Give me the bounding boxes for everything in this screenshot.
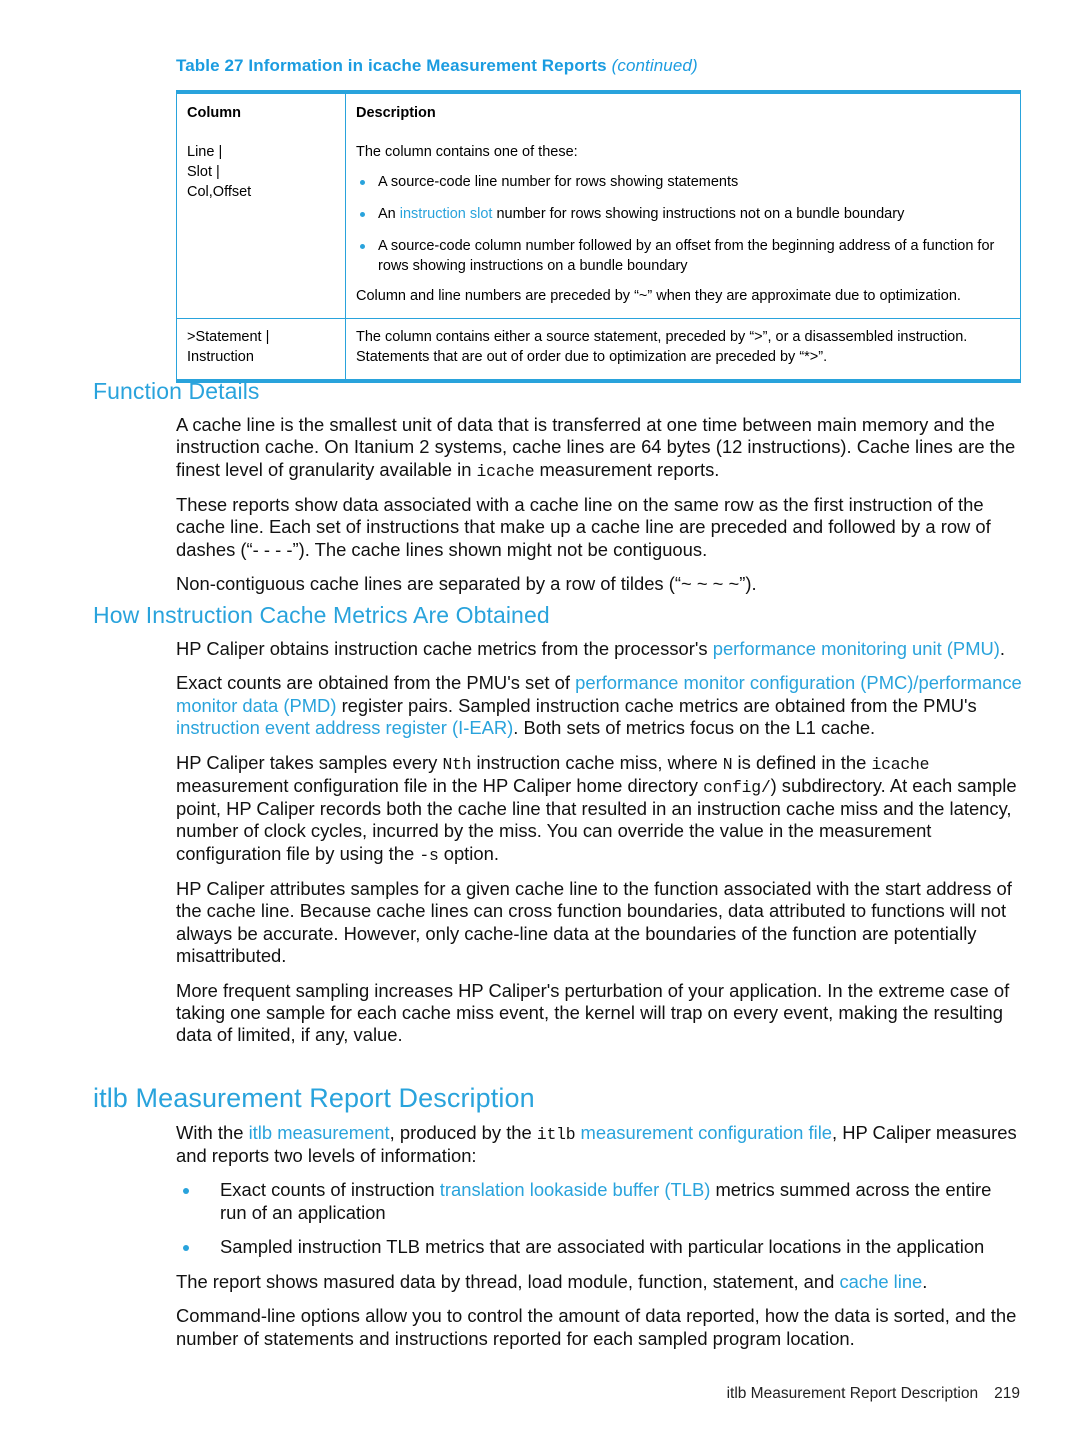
cell-lead-text: The column contains one of these: bbox=[356, 144, 578, 160]
paragraph-pmu: HP Caliper obtains instruction cache met… bbox=[176, 638, 1023, 660]
paragraph-report-shows: The report shows masured data by thread,… bbox=[176, 1271, 1023, 1293]
link-translation-lookaside-buffer[interactable]: translation lookaside buffer (TLB) bbox=[440, 1179, 711, 1200]
paragraph-command-line-options: Command-line options allow you to contro… bbox=[176, 1305, 1017, 1349]
table-cell-description: The column contains one of these: A sour… bbox=[345, 134, 1021, 319]
link-itlb-measurement[interactable]: itlb measurement bbox=[249, 1122, 390, 1143]
heading-itlb-measurement-report-description: itlb Measurement Report Description bbox=[93, 1083, 535, 1113]
table-header-column: Column bbox=[176, 92, 346, 134]
link-performance-monitoring-unit[interactable]: performance monitoring unit (PMU) bbox=[713, 638, 1000, 659]
table-caption-continued: (continued) bbox=[611, 56, 698, 75]
cell-line-2: Slot | bbox=[187, 164, 220, 180]
cell-text-line-2: Statements that are out of order due to … bbox=[356, 349, 828, 365]
code-nth: Nth bbox=[442, 754, 472, 774]
paragraph-non-contiguous: Non-contiguous cache lines are separated… bbox=[176, 573, 757, 595]
code-s-option: -s bbox=[419, 845, 439, 865]
link-measurement-configuration-file[interactable]: measurement configuration file bbox=[575, 1122, 832, 1143]
cell-line-3: Col,Offset bbox=[187, 184, 252, 200]
table-row: Line | Slot | Col,Offset The column cont… bbox=[176, 134, 1021, 319]
cell-bullet-list: A source-code line number for rows showi… bbox=[356, 172, 1010, 276]
paragraph-text: instruction cache miss, where bbox=[471, 751, 723, 773]
code-itlb: itlb bbox=[536, 1125, 576, 1144]
cell-text-line-1: The column contains either a source stat… bbox=[356, 329, 968, 345]
paragraph-reports-show-data: These reports show data associated with … bbox=[176, 493, 991, 560]
table-cell-description: The column contains either a source stat… bbox=[345, 318, 1021, 381]
heading-how-metrics-obtained: How Instruction Cache Metrics Are Obtain… bbox=[93, 602, 550, 628]
cell-tail-text: Column and line numbers are preceded by … bbox=[356, 288, 961, 304]
paragraph-text: HP Caliper takes samples every bbox=[176, 751, 443, 773]
itlb-body: With the itlb measurement, produced by t… bbox=[176, 1122, 1023, 1350]
paragraph-itlb-intro: With the itlb measurement, produced by t… bbox=[176, 1122, 1023, 1167]
how-metrics-body: HP Caliper obtains instruction cache met… bbox=[176, 638, 1023, 1047]
table-header: Column Description bbox=[176, 92, 1021, 134]
paragraph-text: Exact counts are obtained from the PMU's… bbox=[176, 672, 576, 694]
link-instruction-slot[interactable]: instruction slot bbox=[400, 206, 493, 222]
paragraph-text: The report shows masured data by thread,… bbox=[176, 1270, 840, 1292]
footer-page-number: 219 bbox=[994, 1385, 1020, 1402]
list-item-text: Exact counts of instruction bbox=[220, 1179, 440, 1201]
cell-line-2: Instruction bbox=[187, 349, 254, 365]
paragraph-cache-line-definition: A cache line is the smallest unit of dat… bbox=[176, 414, 1023, 482]
icache-measurement-reports-table: Column Description Line | Slot | Col,Off… bbox=[176, 90, 1021, 383]
paragraph-text: HP Caliper obtains instruction cache met… bbox=[176, 638, 713, 659]
table-body: Line | Slot | Col,Offset The column cont… bbox=[176, 134, 1021, 381]
paragraph-text-mid: register pairs. Sampled instruction cach… bbox=[336, 694, 977, 716]
cell-line-1: Line | bbox=[187, 144, 223, 160]
page-footer: itlb Measurement Report Description 219 bbox=[727, 1385, 1020, 1403]
link-instruction-event-address-register[interactable]: instruction event address register (I-EA… bbox=[176, 717, 513, 738]
paragraph-text: With the bbox=[176, 1122, 249, 1143]
function-details-body: A cache line is the smallest unit of dat… bbox=[176, 414, 1023, 596]
code-icache: icache bbox=[476, 461, 535, 481]
table-cell-column-label: Line | Slot | Col,Offset bbox=[176, 134, 346, 319]
list-item: A source-code column number followed by … bbox=[356, 236, 1010, 276]
list-item: Sampled instruction TLB metrics that are… bbox=[176, 1236, 1023, 1258]
document-page: Table 27 Information in icache Measureme… bbox=[0, 0, 1080, 1438]
paragraph-text-tail: . Both sets of metrics focus on the L1 c… bbox=[513, 717, 876, 739]
table-row: >Statement | Instruction The column cont… bbox=[176, 318, 1021, 381]
paragraph-text-tail: measurement reports. bbox=[534, 458, 720, 480]
list-item: An instruction slot number for rows show… bbox=[356, 204, 1010, 224]
paragraph-text: , produced by the bbox=[389, 1122, 537, 1143]
table-cell-column-label: >Statement | Instruction bbox=[176, 318, 346, 381]
footer-title: itlb Measurement Report Description bbox=[726, 1385, 979, 1402]
table-header-row: Column Description bbox=[176, 92, 1021, 134]
code-icache: icache bbox=[871, 754, 930, 774]
itlb-levels-list: Exact counts of instruction translation … bbox=[176, 1179, 1023, 1258]
paragraph-text: measurement configuration file in the HP… bbox=[176, 774, 704, 796]
paragraph-perturbation: More frequent sampling increases HP Cali… bbox=[176, 979, 1010, 1046]
table-caption-main: Table 27 Information in icache Measureme… bbox=[176, 56, 607, 75]
link-cache-line[interactable]: cache line bbox=[839, 1271, 922, 1292]
paragraph-text-tail: . bbox=[999, 638, 1006, 659]
list-item: A source-code line number for rows showi… bbox=[356, 172, 1010, 192]
table-caption: Table 27 Information in icache Measureme… bbox=[176, 56, 698, 76]
code-config-dir: config/ bbox=[703, 777, 771, 797]
paragraph-attribution: HP Caliper attributes samples for a give… bbox=[176, 877, 1012, 967]
paragraph-text: is defined in the bbox=[732, 751, 872, 773]
paragraph-text-tail: . bbox=[922, 1270, 928, 1292]
cell-line-1: >Statement | bbox=[187, 329, 270, 345]
paragraph-exact-counts: Exact counts are obtained from the PMU's… bbox=[176, 672, 1023, 739]
paragraph-text-tail: option. bbox=[438, 842, 499, 864]
paragraph-sampling-rate: HP Caliper takes samples every Nth instr… bbox=[176, 752, 1023, 866]
list-item: Exact counts of instruction translation … bbox=[176, 1179, 1023, 1224]
code-n: N bbox=[722, 754, 733, 774]
heading-function-details: Function Details bbox=[93, 378, 260, 404]
table-header-description: Description bbox=[345, 92, 1021, 134]
